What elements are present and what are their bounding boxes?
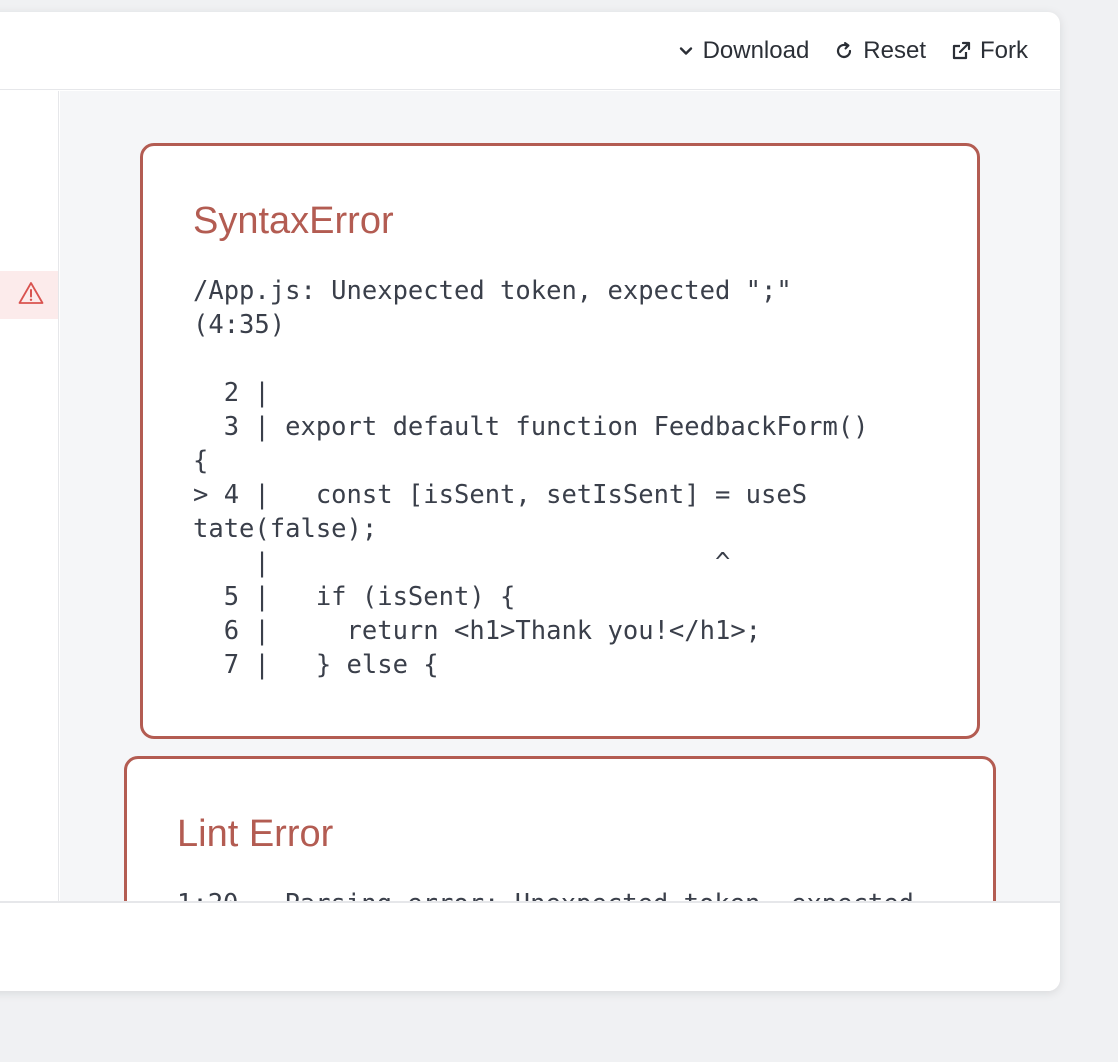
lint-error-title: Lint Error	[177, 813, 334, 855]
syntax-error-title: SyntaxError	[193, 200, 394, 242]
external-link-icon	[950, 40, 972, 62]
lint-error-card: Lint Error 1:20 - Parsing error: Unexpec…	[124, 756, 996, 901]
footer-bar	[0, 901, 1060, 991]
error-line-marker	[0, 271, 58, 319]
fork-label: Fork	[980, 36, 1028, 64]
reset-label: Reset	[863, 36, 926, 64]
sandbox-panel: Download Reset Fork SyntaxError /App.js:…	[0, 12, 1060, 991]
toolbar: Download Reset Fork	[0, 12, 1060, 90]
syntax-error-card: SyntaxError /App.js: Unexpected token, e…	[140, 143, 980, 739]
lint-error-message: 1:20 - Parsing error: Unexpected token, …	[177, 887, 943, 901]
code-snippet: 2 | 3 | export default function Feedback…	[193, 378, 869, 680]
code-editor[interactable]	[0, 91, 59, 901]
download-label: Download	[702, 36, 810, 64]
fork-button[interactable]: Fork	[950, 37, 1028, 65]
preview-pane: SyntaxError /App.js: Unexpected token, e…	[60, 91, 1060, 901]
chevron-down-icon	[677, 42, 695, 60]
reset-button[interactable]: Reset	[833, 37, 926, 65]
download-button[interactable]: Download	[677, 36, 810, 65]
refresh-icon	[833, 40, 855, 62]
syntax-error-message: /App.js: Unexpected token, expected ";" …	[193, 276, 792, 340]
warning-icon	[18, 281, 44, 310]
